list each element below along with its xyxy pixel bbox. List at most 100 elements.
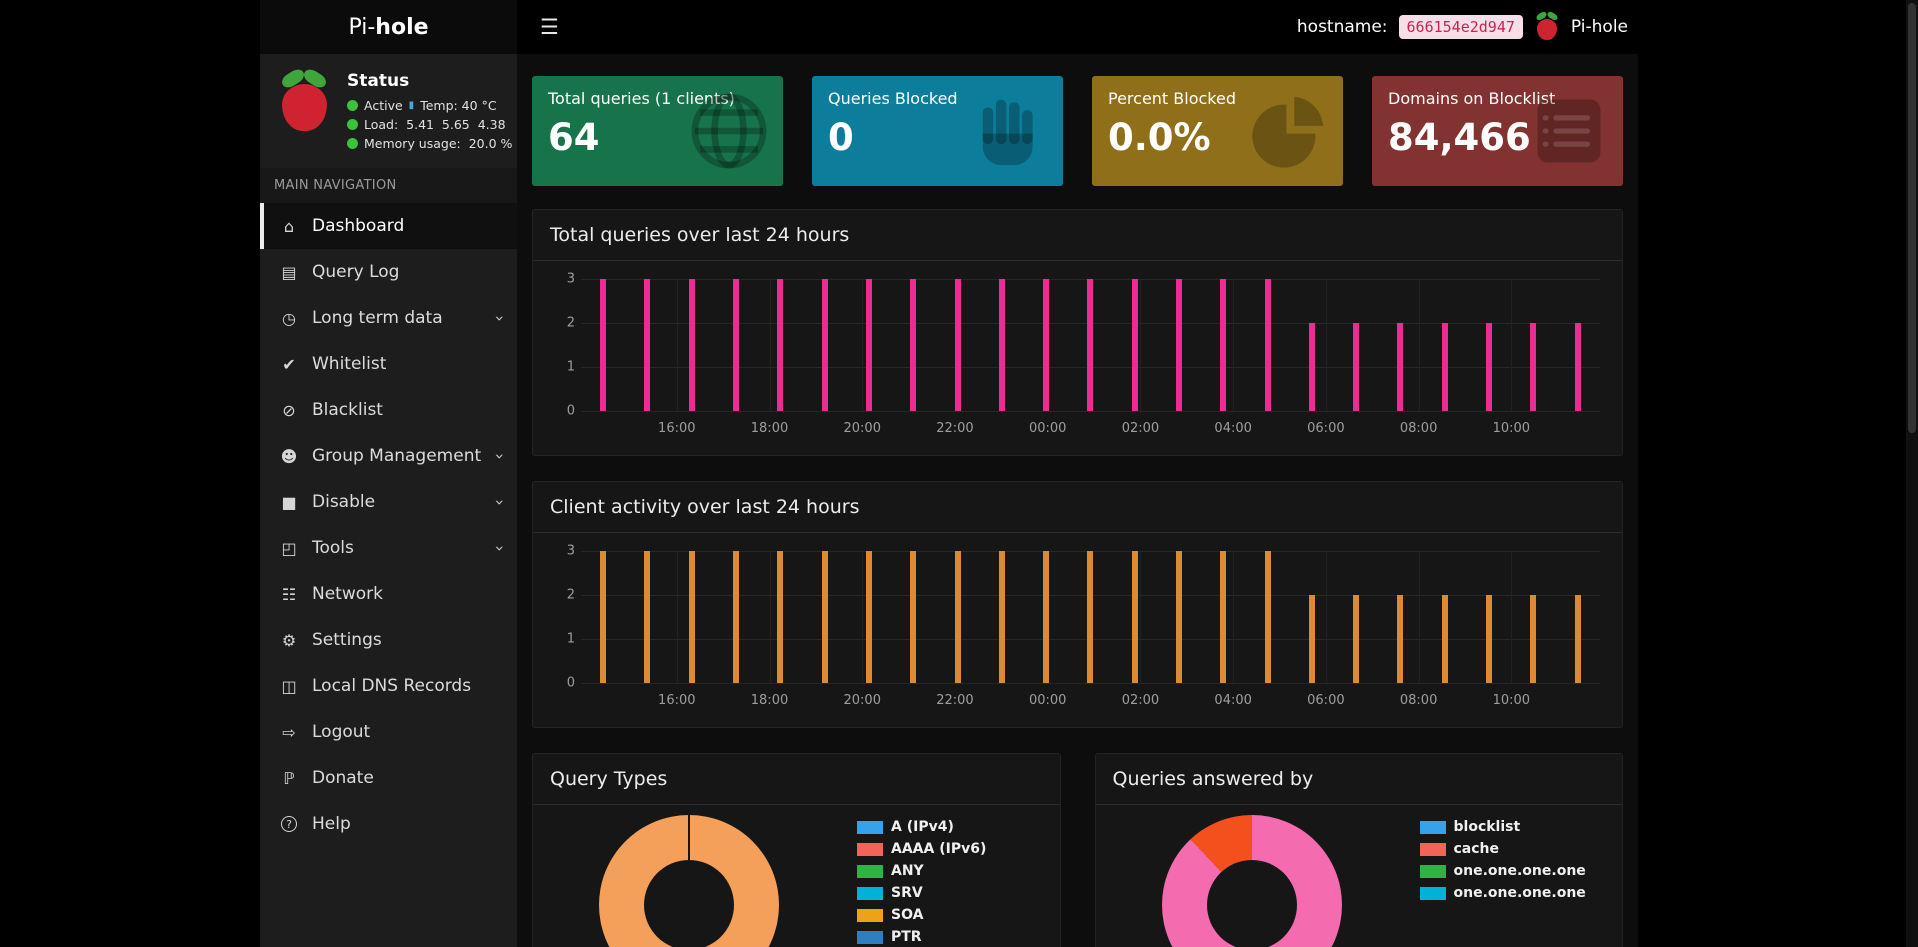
query-bar[interactable] [733, 279, 739, 411]
query-bar[interactable] [1530, 595, 1536, 683]
query-bar[interactable] [777, 551, 783, 683]
query-bar[interactable] [1220, 279, 1226, 411]
donut-hole [644, 860, 734, 947]
query-bar[interactable] [1442, 595, 1448, 683]
query-bar[interactable] [689, 551, 695, 683]
question-circle-icon: ? [281, 816, 297, 832]
legend-item-one-one-one-one[interactable]: one.one.one.one [1420, 885, 1586, 901]
legend-item-any[interactable]: ANY [857, 863, 986, 879]
summary-cards: Total queries (1 clients)64Queries Block… [532, 76, 1623, 186]
query-bar[interactable] [1530, 323, 1536, 411]
x-axis-tick: 00:00 [1029, 421, 1066, 436]
query-bar[interactable] [777, 279, 783, 411]
query-bar[interactable] [1176, 551, 1182, 683]
query-bar[interactable] [1132, 551, 1138, 683]
query-bar[interactable] [999, 551, 1005, 683]
sidebar-item-dashboard[interactable]: ⌂Dashboard [260, 203, 517, 249]
query-bar[interactable] [1575, 323, 1581, 411]
query-bar[interactable] [1043, 551, 1049, 683]
sidebar-item-label: Disable [312, 492, 375, 512]
query-bar[interactable] [822, 279, 828, 411]
client-activity-chart[interactable]: 012316:0018:0020:0022:0000:0002:0004:000… [547, 543, 1608, 715]
query-bar[interactable] [1353, 595, 1359, 683]
legend-item-soa[interactable]: SOA [857, 907, 986, 923]
sidebar-item-tools[interactable]: ◰Tools› [260, 525, 517, 571]
total-queries-chart[interactable]: 012316:0018:0020:0022:0000:0002:0004:000… [547, 271, 1608, 443]
query-bar[interactable] [955, 551, 961, 683]
sidebar-item-query-log[interactable]: ▤Query Log [260, 249, 517, 295]
query-bar[interactable] [999, 279, 1005, 411]
panel-title: Client activity over last 24 hours [533, 482, 1622, 533]
query-bar[interactable] [689, 279, 695, 411]
sidebar-item-settings[interactable]: ⚙Settings [260, 617, 517, 663]
sidebar-item-local-dns-records[interactable]: ◫Local DNS Records [260, 663, 517, 709]
query-bar[interactable] [1132, 279, 1138, 411]
query-bar[interactable] [1043, 279, 1049, 411]
sidebar-item-logout[interactable]: ⇨Logout [260, 709, 517, 755]
queries-answered-chart[interactable] [1162, 815, 1342, 947]
query-bar[interactable] [1486, 595, 1492, 683]
query-bar[interactable] [866, 279, 872, 411]
legend-label: one.one.one.one [1454, 885, 1586, 901]
query-bar[interactable] [1220, 551, 1226, 683]
query-bar[interactable] [1309, 323, 1315, 411]
query-bar[interactable] [1575, 595, 1581, 683]
query-bar[interactable] [1087, 551, 1093, 683]
legend-item-a-ipv4[interactable]: A (IPv4) [857, 819, 986, 835]
query-bar[interactable] [733, 551, 739, 683]
query-bar[interactable] [1397, 323, 1403, 411]
sidebar-item-group-management[interactable]: ☻Group Management› [260, 433, 517, 479]
legend-item-blocklist[interactable]: blocklist [1420, 819, 1586, 835]
legend-item-one-one-one-one[interactable]: one.one.one.one [1420, 863, 1586, 879]
sidebar-item-label: Whitelist [312, 354, 386, 374]
x-axis-tick: 22:00 [936, 421, 973, 436]
sidebar-item-whitelist[interactable]: ✔Whitelist [260, 341, 517, 387]
query-bar[interactable] [1486, 323, 1492, 411]
query-bar[interactable] [866, 551, 872, 683]
query-bar[interactable] [955, 279, 961, 411]
query-bar[interactable] [600, 279, 606, 411]
ban-icon: ⊘ [278, 401, 300, 420]
query-bar[interactable] [1442, 323, 1448, 411]
sidebar-item-help[interactable]: ?Help [260, 801, 517, 847]
query-bar[interactable] [1087, 279, 1093, 411]
total-queries-panel: Total queries over last 24 hours 012316:… [532, 209, 1623, 456]
sidebar-item-network[interactable]: ☷Network [260, 571, 517, 617]
query-types-panel: Query Types A (IPv4)AAAA (IPv6)ANYSRVSOA… [532, 753, 1061, 947]
x-axis-tick: 18:00 [751, 421, 788, 436]
scrollbar-thumb[interactable] [1908, 3, 1916, 433]
legend-item-cache[interactable]: cache [1420, 841, 1586, 857]
query-types-chart[interactable] [599, 815, 779, 947]
query-bar[interactable] [644, 551, 650, 683]
logout-icon: ⇨ [278, 723, 300, 742]
query-bar[interactable] [644, 279, 650, 411]
status-text: Temp: 40 °C [420, 98, 496, 113]
list-icon [1527, 89, 1611, 173]
legend-item-srv[interactable]: SRV [857, 885, 986, 901]
sidebar-item-disable[interactable]: ■Disable› [260, 479, 517, 525]
query-bar[interactable] [1397, 595, 1403, 683]
query-bar[interactable] [1265, 551, 1271, 683]
query-bar[interactable] [1176, 279, 1182, 411]
sidebar-item-long-term-data[interactable]: ◷Long term data› [260, 295, 517, 341]
query-bar[interactable] [910, 551, 916, 683]
x-axis-tick: 10:00 [1493, 421, 1530, 436]
brand-logo[interactable]: Pi-hole [260, 0, 517, 54]
sidebar-toggle-button[interactable]: ☰ [532, 11, 567, 44]
page-scrollbar[interactable] [1906, 0, 1918, 947]
app-name: Pi-hole [1571, 17, 1628, 37]
legend-label: blocklist [1454, 819, 1521, 835]
legend-item-ptr[interactable]: PTR [857, 929, 986, 945]
card-domains-on-blocklist: Domains on Blocklist84,466 [1372, 76, 1623, 186]
query-bar[interactable] [600, 551, 606, 683]
query-bar[interactable] [1265, 279, 1271, 411]
query-bar[interactable] [1309, 595, 1315, 683]
query-bar[interactable] [910, 279, 916, 411]
query-bar[interactable] [1353, 323, 1359, 411]
topbar-right: hostname: 666154e2d947 Pi-hole [1297, 12, 1628, 42]
sidebar-item-blacklist[interactable]: ⊘Blacklist [260, 387, 517, 433]
query-bar[interactable] [822, 551, 828, 683]
sidebar-item-donate[interactable]: ℙDonate [260, 755, 517, 801]
legend-item-aaaa-ipv6[interactable]: AAAA (IPv6) [857, 841, 986, 857]
sidebar-item-label: Network [312, 584, 383, 604]
